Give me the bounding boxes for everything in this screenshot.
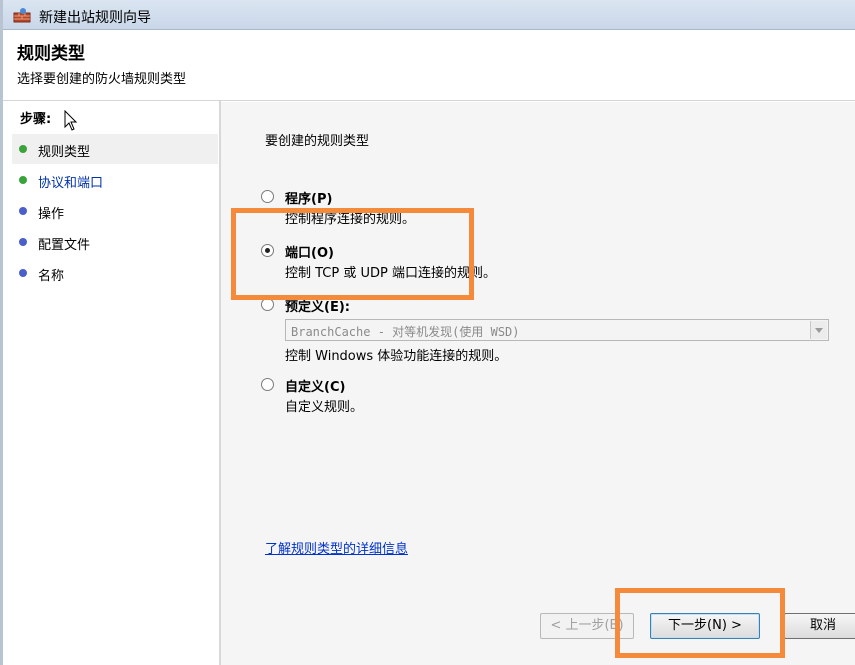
option-title: 预定义(E): — [285, 300, 350, 315]
firewall-wizard-icon — [13, 7, 31, 23]
step-label: 配置文件 — [38, 238, 91, 253]
wizard-header: 规则类型 选择要创建的防火墙规则类型 — [3, 31, 855, 101]
step-label: 操作 — [38, 207, 65, 222]
step-status-dot-icon — [19, 207, 27, 215]
main-panel: 要创建的规则类型 程序(P) 控制程序连接的规则。 端口(O) 控制 TCP 或… — [221, 102, 855, 665]
window-title: 新建出站规则向导 — [39, 10, 151, 26]
step-action[interactable]: 操作 — [12, 196, 218, 226]
radio-program[interactable] — [261, 190, 274, 203]
predefined-select-value: BranchCache - 对等机发现(使用 WSD) — [291, 325, 520, 339]
option-title: 端口(O) — [285, 246, 334, 261]
step-protocol-ports[interactable]: 协议和端口 — [12, 165, 218, 195]
next-button[interactable]: 下一步(N) > — [650, 613, 760, 639]
predefined-desc: 控制 Windows 体验功能连接的规则。 — [285, 349, 508, 364]
option-title: 程序(P) — [285, 192, 333, 207]
step-status-dot-icon — [19, 238, 27, 246]
predefined-select[interactable]: BranchCache - 对等机发现(使用 WSD) — [285, 319, 829, 341]
step-status-dot-icon — [19, 145, 27, 153]
learn-more-link[interactable]: 了解规则类型的详细信息 — [265, 538, 408, 557]
option-title: 自定义(C) — [285, 380, 346, 395]
rule-type-question: 要创建的规则类型 — [265, 134, 370, 149]
page-title: 规则类型 — [17, 44, 85, 64]
step-label: 名称 — [38, 269, 65, 284]
steps-label: 步骤: — [20, 112, 52, 127]
step-rule-type[interactable]: 规则类型 — [12, 134, 218, 164]
title-bar[interactable]: 新建出站规则向导 — [3, 0, 855, 30]
step-name[interactable]: 名称 — [12, 258, 218, 288]
radio-custom[interactable] — [261, 378, 274, 391]
option-desc: 自定义规则。 — [285, 400, 364, 415]
mouse-cursor-icon — [64, 109, 78, 136]
radio-predefined[interactable] — [261, 298, 274, 311]
step-label: 规则类型 — [38, 145, 91, 160]
steps-sidebar: 步骤: 规则类型 协议和端口 操作 配置文件 名称 — [6, 102, 219, 665]
option-desc: 控制程序连接的规则。 — [285, 212, 416, 227]
step-label: 协议和端口 — [38, 176, 104, 191]
page-subtitle: 选择要创建的防火墙规则类型 — [17, 72, 187, 87]
radio-port[interactable] — [261, 244, 274, 257]
wizard-window: 新建出站规则向导 规则类型 选择要创建的防火墙规则类型 步骤: 规则类型 协议和… — [0, 0, 855, 665]
step-profile[interactable]: 配置文件 — [12, 227, 218, 257]
cancel-button[interactable]: 取消 — [784, 613, 855, 639]
step-status-dot-icon — [19, 269, 27, 277]
chevron-down-icon[interactable] — [810, 321, 827, 339]
back-button[interactable]: < 上一步(B) — [540, 613, 634, 639]
step-status-dot-icon — [19, 176, 27, 184]
option-desc: 控制 TCP 或 UDP 端口连接的规则。 — [285, 266, 496, 281]
